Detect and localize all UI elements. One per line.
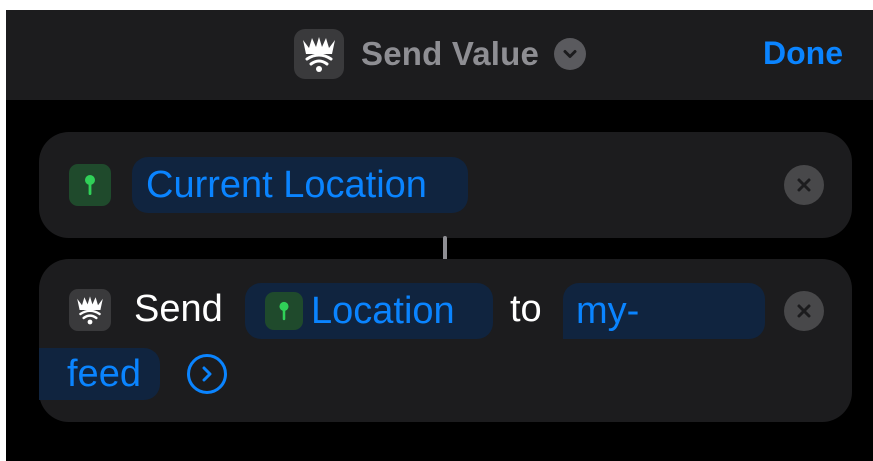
action-card-send-value: Send Location to my- feed — [39, 259, 852, 422]
close-icon — [797, 304, 811, 318]
action-connector — [443, 236, 447, 261]
chevron-down-icon[interactable] — [554, 38, 587, 70]
adafruit-star-icon — [69, 289, 111, 331]
feed-parameter-token-line1[interactable]: my- — [563, 283, 765, 339]
remove-action-button[interactable] — [784, 291, 824, 331]
to-connector-word: to — [510, 288, 542, 330]
action-card-current-location: Current Location — [39, 132, 852, 238]
current-location-variable[interactable]: Current Location — [132, 157, 468, 213]
action-title-menu[interactable]: Send Value — [294, 29, 587, 79]
location-pin-icon — [265, 292, 303, 330]
location-parameter-token[interactable]: Location — [245, 283, 493, 339]
send-verb-label: Send — [134, 288, 223, 330]
close-icon — [797, 178, 811, 192]
shortcut-editor: Send Value Done Current Location Send Lo… — [6, 10, 873, 461]
adafruit-star-icon — [294, 29, 344, 79]
done-button[interactable]: Done — [763, 35, 843, 72]
remove-action-button[interactable] — [784, 165, 824, 205]
chevron-right-circle-icon[interactable] — [187, 354, 227, 394]
page-title: Send Value — [361, 35, 540, 72]
location-parameter-label: Location — [311, 289, 455, 332]
navigation-bar: Send Value Done — [6, 10, 873, 100]
location-pin-icon — [69, 164, 111, 206]
feed-parameter-token-line2[interactable]: feed — [39, 348, 160, 400]
